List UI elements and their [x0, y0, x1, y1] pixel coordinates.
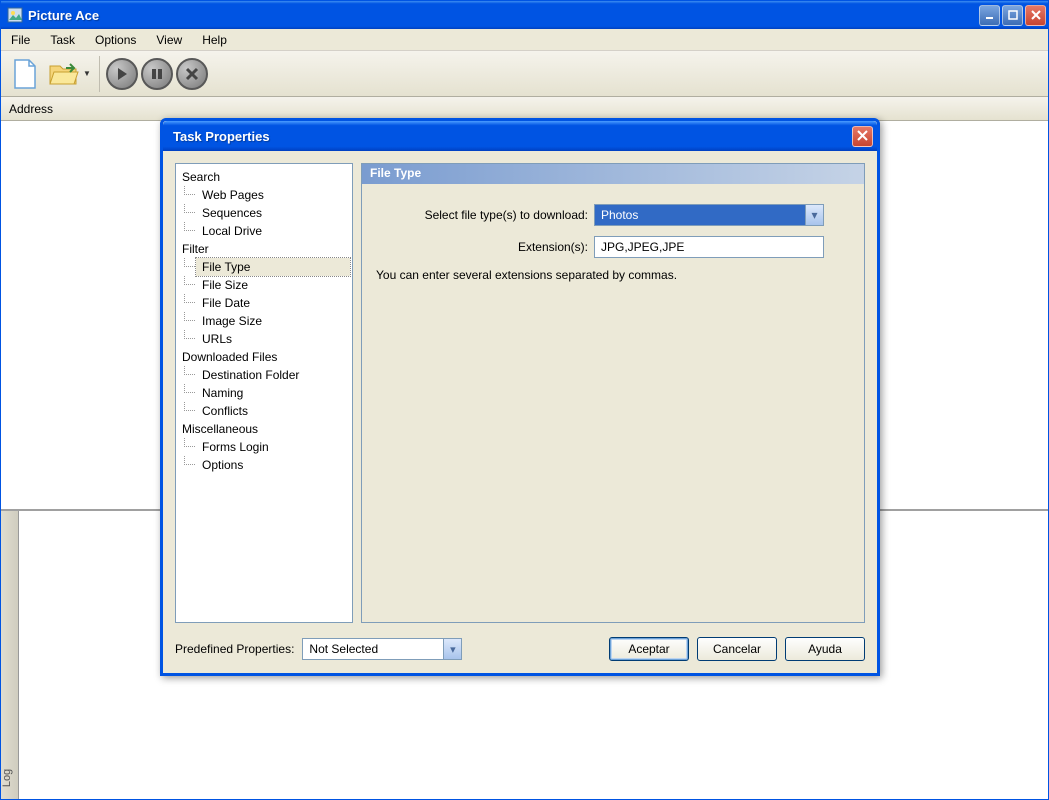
- tree-item-options[interactable]: Options: [196, 456, 350, 474]
- tree-item-file-size[interactable]: File Size: [196, 276, 350, 294]
- panel-content: Select file type(s) to download: Photos …: [362, 184, 864, 302]
- menu-help[interactable]: Help: [192, 30, 237, 50]
- file-type-label: Select file type(s) to download:: [376, 208, 594, 222]
- app-icon: [7, 7, 23, 23]
- tree-item-file-date[interactable]: File Date: [196, 294, 350, 312]
- category-tree[interactable]: Search Web Pages Sequences Local Drive F…: [175, 163, 353, 623]
- extensions-hint: You can enter several extensions separat…: [376, 268, 850, 282]
- maximize-button[interactable]: [1002, 5, 1023, 26]
- address-label: Address: [9, 102, 53, 116]
- predefined-select-value: Not Selected: [303, 642, 443, 656]
- predefined-select[interactable]: Not Selected ▾: [302, 638, 462, 660]
- new-file-icon: [11, 58, 39, 90]
- tree-item-naming[interactable]: Naming: [196, 384, 350, 402]
- chevron-down-icon[interactable]: ▾: [805, 205, 823, 225]
- dialog-body: Search Web Pages Sequences Local Drive F…: [163, 151, 877, 673]
- extensions-input[interactable]: [594, 236, 824, 258]
- main-title-text: Picture Ace: [28, 8, 979, 23]
- toolbar: ▼: [1, 51, 1048, 97]
- open-folder-icon: [48, 60, 80, 88]
- tree-item-local-drive[interactable]: Local Drive: [196, 222, 350, 240]
- play-button[interactable]: [106, 58, 138, 90]
- tree-item-image-size[interactable]: Image Size: [196, 312, 350, 330]
- main-titlebar[interactable]: Picture Ace: [1, 1, 1048, 29]
- dialog-titlebar[interactable]: Task Properties: [163, 121, 877, 151]
- tree-cat-filter[interactable]: Filter: [178, 240, 350, 258]
- tree-item-web-pages[interactable]: Web Pages: [196, 186, 350, 204]
- tree-cat-search[interactable]: Search: [178, 168, 350, 186]
- settings-panel: File Type Select file type(s) to downloa…: [361, 163, 865, 623]
- tree-item-urls[interactable]: URLs: [196, 330, 350, 348]
- help-button[interactable]: Ayuda: [785, 637, 865, 661]
- file-type-select-value: Photos: [595, 208, 805, 222]
- tree-item-conflicts[interactable]: Conflicts: [196, 402, 350, 420]
- dialog-footer: Predefined Properties: Not Selected ▾ Ac…: [175, 633, 865, 661]
- menu-options[interactable]: Options: [85, 30, 146, 50]
- tool-group-file: ▼: [7, 56, 100, 92]
- open-dropdown-caret-icon[interactable]: ▼: [83, 69, 91, 78]
- main-window-controls: [979, 5, 1046, 26]
- menu-view[interactable]: View: [146, 30, 192, 50]
- cancel-button[interactable]: Cancelar: [697, 637, 777, 661]
- tree-item-destination-folder[interactable]: Destination Folder: [196, 366, 350, 384]
- menu-task[interactable]: Task: [40, 30, 85, 50]
- tree-item-sequences[interactable]: Sequences: [196, 204, 350, 222]
- tool-group-playback: [106, 56, 216, 92]
- pause-button[interactable]: [141, 58, 173, 90]
- menu-file[interactable]: File: [1, 30, 40, 50]
- minimize-button[interactable]: [979, 5, 1000, 26]
- stop-button[interactable]: [176, 58, 208, 90]
- file-type-select[interactable]: Photos ▾: [594, 204, 824, 226]
- stop-x-icon: [185, 67, 199, 81]
- open-folder-button[interactable]: [46, 56, 82, 92]
- chevron-down-icon[interactable]: ▾: [443, 639, 461, 659]
- play-icon: [115, 67, 129, 81]
- main-close-button[interactable]: [1025, 5, 1046, 26]
- tree-item-forms-login[interactable]: Forms Login: [196, 438, 350, 456]
- log-tab[interactable]: Log: [1, 511, 19, 799]
- task-properties-dialog: Task Properties Search Web Pages Sequenc…: [160, 118, 880, 676]
- predefined-label: Predefined Properties:: [175, 642, 294, 656]
- pause-icon: [150, 67, 164, 81]
- tree-cat-downloaded-files[interactable]: Downloaded Files: [178, 348, 350, 366]
- extensions-label: Extension(s):: [376, 240, 594, 254]
- extensions-row: Extension(s):: [376, 236, 850, 258]
- dialog-close-button[interactable]: [852, 126, 873, 147]
- dialog-title: Task Properties: [173, 129, 852, 144]
- menubar: File Task Options View Help: [1, 29, 1048, 51]
- panel-header: File Type: [362, 164, 864, 184]
- tree-item-file-type[interactable]: File Type: [196, 258, 350, 276]
- dialog-main: Search Web Pages Sequences Local Drive F…: [175, 163, 865, 623]
- close-icon: [857, 130, 869, 142]
- accept-button[interactable]: Aceptar: [609, 637, 689, 661]
- file-type-row: Select file type(s) to download: Photos …: [376, 204, 850, 226]
- log-tab-label: Log: [1, 769, 13, 787]
- new-file-button[interactable]: [7, 56, 43, 92]
- tree-cat-miscellaneous[interactable]: Miscellaneous: [178, 420, 350, 438]
